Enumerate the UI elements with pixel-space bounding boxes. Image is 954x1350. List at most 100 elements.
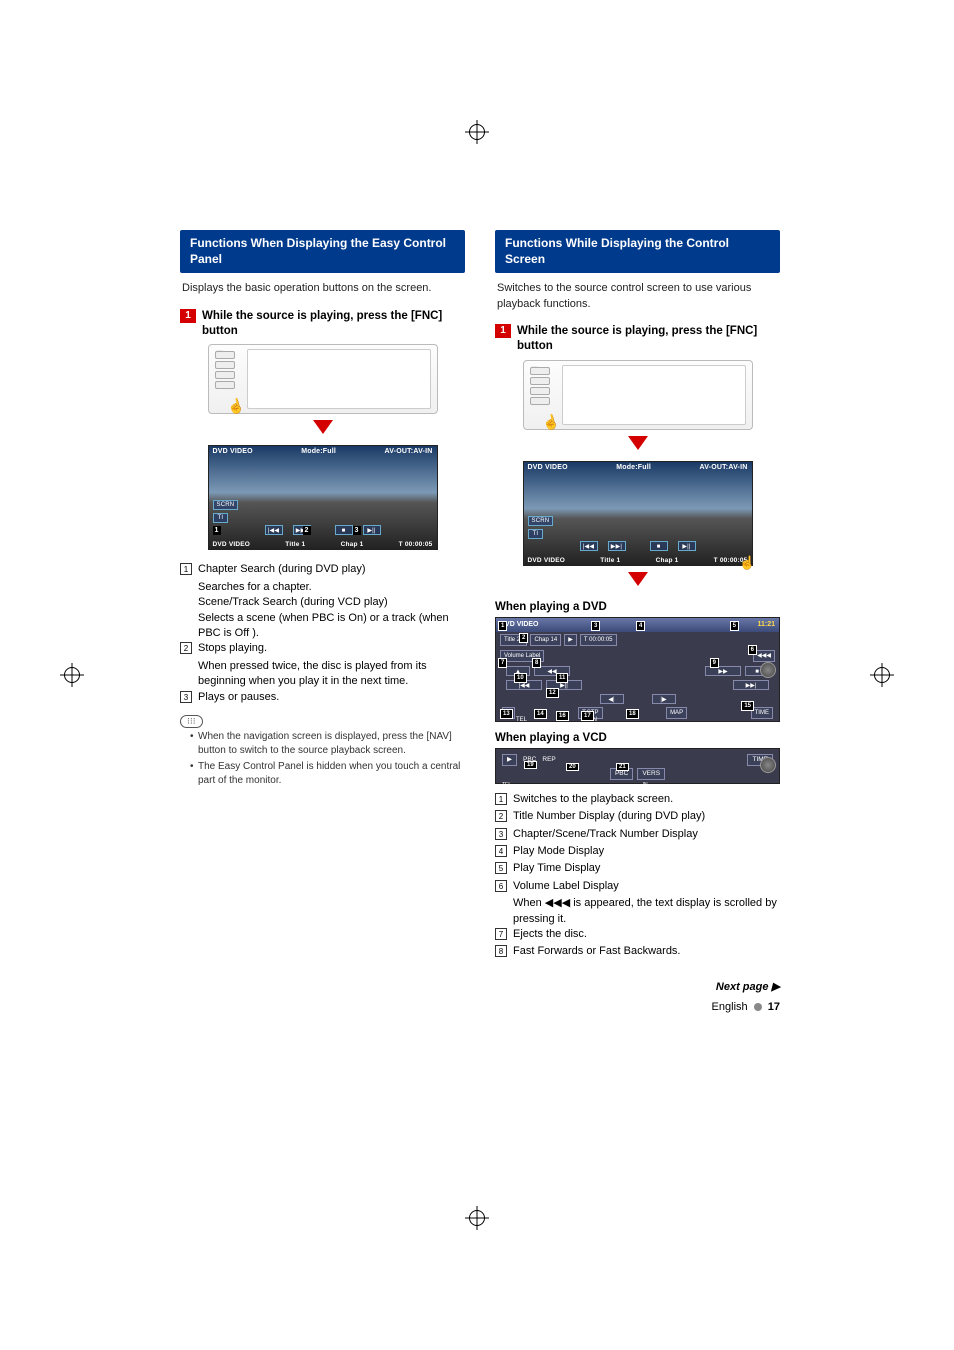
legend-left: 1Chapter Search (during DVD play) Search… <box>180 562 465 705</box>
label-avout: AV-OUT:AV-IN <box>384 448 432 455</box>
bottom-src: DVD VIDEO <box>213 541 251 548</box>
callout-13: 13 <box>500 709 513 719</box>
callout-7: 7 <box>498 658 507 668</box>
subheading-vcd: When playing a VCD <box>495 732 780 744</box>
note-1: When the navigation screen is displayed,… <box>190 730 465 758</box>
playback-screenshot-right: DVD VIDEO Mode:Full AV-OUT:AV-IN SCRN TI… <box>523 461 753 566</box>
play-indicator: ▶ <box>502 754 517 766</box>
play-pause-button[interactable]: ▶|| <box>678 541 696 551</box>
callout-4: 4 <box>636 621 645 631</box>
tel-label: TEL <box>502 782 511 788</box>
next-track-button[interactable]: ▶▶| <box>733 680 769 690</box>
volume-knob[interactable] <box>760 757 776 773</box>
step-text-right: While the source is playing, press the [… <box>517 324 780 354</box>
step-fwd-button[interactable]: |▶ <box>652 694 676 704</box>
registration-mark-top <box>465 120 489 144</box>
step-text: While the source is playing, press the [… <box>202 309 465 339</box>
label-mode: Mode:Full <box>616 464 651 471</box>
callout-17: 17 <box>581 711 594 721</box>
step-1-right: 1 While the source is playing, press the… <box>495 324 780 354</box>
ti-button[interactable]: TI <box>213 513 229 523</box>
step-1: 1 While the source is playing, press the… <box>180 309 465 339</box>
chap-chip: Chap 14 <box>530 634 561 646</box>
callout-21: 21 <box>616 763 629 771</box>
footer-language: English <box>712 1001 748 1013</box>
callout-8: 8 <box>532 658 541 668</box>
device-buttons-group <box>215 351 235 389</box>
callout-10: 10 <box>514 673 527 683</box>
callout-18: 18 <box>626 709 639 719</box>
callout-2: 2 <box>303 526 311 535</box>
note-icon: ⁝⁝⁝ <box>180 715 203 728</box>
next-page-link[interactable]: Next page ▶ <box>495 980 780 993</box>
hand-pointer-icon: ☝ <box>225 396 246 417</box>
section-heading-easy-panel: Functions When Displaying the Easy Contr… <box>180 230 465 273</box>
callout-14: 14 <box>534 709 547 719</box>
page-number: 17 <box>768 1001 780 1013</box>
prev-button[interactable]: |◀◀ <box>265 525 283 535</box>
tel-label: TEL <box>516 717 527 723</box>
step-back-button[interactable]: ◀| <box>600 694 624 704</box>
registration-mark-left <box>60 663 84 687</box>
page-footer: English 17 <box>495 1001 780 1013</box>
map-button[interactable]: MAP <box>666 707 687 719</box>
playback-screenshot-left: DVD VIDEO Mode:Full AV-OUT:AV-IN SCRN TI… <box>208 445 438 550</box>
callout-9: 9 <box>710 658 719 668</box>
prev-button[interactable]: |◀◀ <box>580 541 598 551</box>
dvd-control-panel: DVD VIDEO 11:21 Title 25 Chap 14 ▶ T 00:… <box>495 617 780 722</box>
down-arrow-icon <box>495 436 780 455</box>
callout-2: 2 <box>519 633 528 643</box>
callout-20: 20 <box>566 763 579 771</box>
callout-6: 6 <box>748 645 757 655</box>
volume-knob[interactable] <box>760 662 776 678</box>
callout-19: 19 <box>524 761 537 769</box>
callout-3: 3 <box>353 526 361 535</box>
legend-right: 1Switches to the playback screen. 2Title… <box>495 792 780 960</box>
registration-mark-right <box>870 663 894 687</box>
vers-button[interactable]: VERS <box>637 768 665 780</box>
ti-button[interactable]: TI <box>528 529 544 539</box>
down-arrow-icon <box>495 572 780 591</box>
subheading-dvd: When playing a DVD <box>495 601 780 613</box>
stop-button[interactable]: ■ <box>335 525 353 535</box>
device-screen <box>247 349 431 409</box>
device-diagram-right: ▽ ☝ <box>523 360 753 430</box>
page-content: Functions When Displaying the Easy Contr… <box>180 230 780 1013</box>
device-diagram: ▽ ☝ <box>208 344 438 414</box>
play-chip: ▶ <box>564 634 577 646</box>
callout-11: 11 <box>556 673 568 683</box>
device-buttons-group <box>530 367 550 405</box>
callout-3: 3 <box>591 621 600 631</box>
intro-text: Displays the basic operation buttons on … <box>182 281 463 296</box>
callout-5: 5 <box>730 621 739 631</box>
footer-dot-icon <box>754 1003 762 1011</box>
time-chip: T 00:00:05 <box>580 634 617 646</box>
note-2: The Easy Control Panel is hidden when yo… <box>190 760 465 788</box>
callout-16: 16 <box>556 711 569 721</box>
callout-1: 1 <box>213 526 221 535</box>
scrn-button[interactable]: SCRN <box>213 500 239 510</box>
rep-label: REP <box>542 756 555 763</box>
hand-pointer-icon: ☝ <box>739 555 755 571</box>
label-avout: AV-OUT:AV-IN <box>699 464 747 471</box>
in-label: IN <box>517 782 773 788</box>
scrn-button[interactable]: SCRN <box>528 516 554 526</box>
label-dvd-video: DVD VIDEO <box>213 448 253 455</box>
callout-12: 12 <box>546 688 559 698</box>
next-button[interactable]: ▶▶| <box>608 541 626 551</box>
registration-mark-bottom <box>465 1206 489 1230</box>
vcd-control-panel: ▶ PBC REP TIME PBC VERS TEL IN 19 20 21 <box>495 748 780 784</box>
hand-pointer-icon: ☝ <box>540 412 561 433</box>
stop-button[interactable]: ■ <box>650 541 668 551</box>
notes-list: When the navigation screen is displayed,… <box>180 730 465 788</box>
intro-text-right: Switches to the source control screen to… <box>497 281 778 312</box>
down-arrow-icon <box>180 420 465 439</box>
left-column: Functions When Displaying the Easy Contr… <box>180 230 465 1013</box>
step-badge-right: 1 <box>495 324 511 338</box>
play-pause-button[interactable]: ▶|| <box>363 525 381 535</box>
callout-15: 15 <box>741 701 754 711</box>
clock: 11:21 <box>757 621 775 628</box>
section-heading-control-screen: Functions While Displaying the Control S… <box>495 230 780 273</box>
right-column: Functions While Displaying the Control S… <box>495 230 780 1013</box>
label-mode: Mode:Full <box>301 448 336 455</box>
